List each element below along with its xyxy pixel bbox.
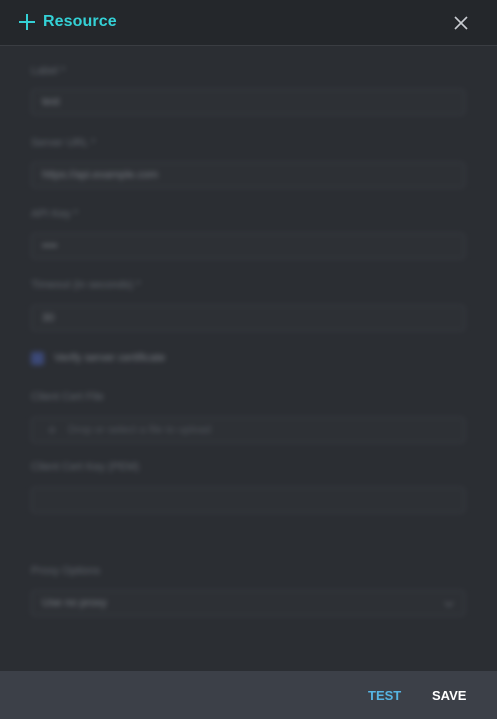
timeout-label: Timeout (in seconds) * <box>31 279 141 291</box>
form-body: Label * test Server URL * https://api.ex… <box>0 47 497 671</box>
api-key-input[interactable]: •••• <box>31 233 465 259</box>
verify-cert-label: Verify server certificate <box>54 352 166 364</box>
client-cert-dropzone[interactable]: Drop or select a file to upload <box>31 417 465 443</box>
label-input-value: test <box>42 96 60 108</box>
client-cert-label: Client Cert File <box>31 391 104 403</box>
client-cert-placeholder: Drop or select a file to upload <box>68 424 212 436</box>
timeout-input[interactable]: 30 <box>31 305 465 331</box>
dialog-title: Resource <box>43 13 117 30</box>
proxy-select[interactable]: Use no proxy <box>31 590 465 616</box>
client-cert-key-label: Client Cert Key (PEM) <box>31 461 140 473</box>
server-url-label: Server URL * <box>31 137 96 149</box>
proxy-select-value: Use no proxy <box>42 597 107 609</box>
chevron-down-icon <box>444 601 454 607</box>
client-cert-key-input[interactable] <box>31 487 465 513</box>
dialog-footer: TEST SAVE <box>0 671 497 719</box>
proxy-label: Proxy Options <box>31 565 101 577</box>
close-icon[interactable] <box>452 14 470 32</box>
verify-cert-checkbox[interactable] <box>31 352 44 365</box>
plus-icon <box>19 14 35 30</box>
save-button[interactable]: SAVE <box>432 688 466 703</box>
timeout-value: 30 <box>42 312 55 324</box>
resource-dialog: Resource Label * test Server URL * https… <box>0 0 497 719</box>
label-field-label: Label * <box>31 65 66 77</box>
api-key-label: API Key * <box>31 208 79 220</box>
server-url-value: https://api.example.com <box>42 169 159 181</box>
upload-icon <box>48 426 56 434</box>
test-button[interactable]: TEST <box>368 688 401 703</box>
label-input[interactable]: test <box>31 89 465 115</box>
api-key-value: •••• <box>42 240 58 252</box>
server-url-input[interactable]: https://api.example.com <box>31 162 465 188</box>
dialog-header: Resource <box>0 0 497 46</box>
